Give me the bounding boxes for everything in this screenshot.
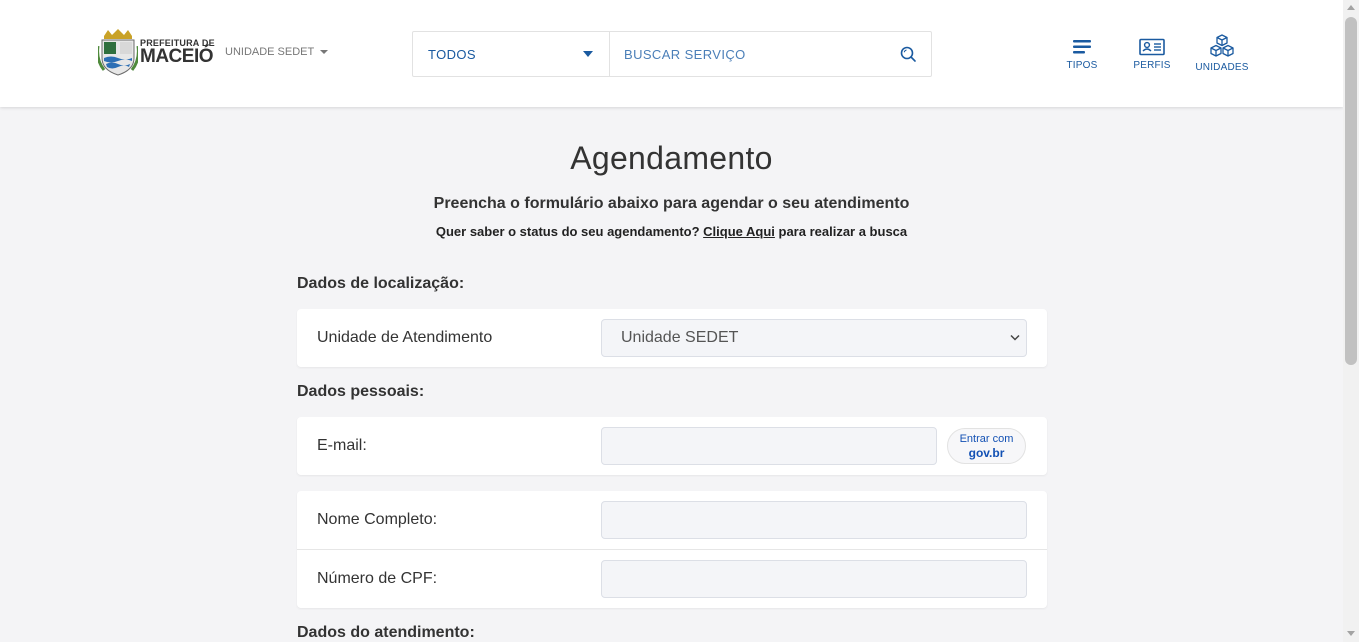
scroll-down-arrow-icon[interactable] <box>1347 631 1355 636</box>
prefeitura-maceio-logo[interactable]: PREFEITURA DE MACEIÓ <box>98 28 220 80</box>
caret-down-icon <box>583 51 593 57</box>
unit-select[interactable]: Unidade SEDET <box>601 319 1027 357</box>
search-bar: TODOS <box>412 31 932 77</box>
page-title: Agendamento <box>570 140 773 176</box>
cpf-field-label: Número de CPF: <box>317 570 438 587</box>
email-card: E-mail: Entrar com gov.br <box>297 417 1047 475</box>
section-title-service: Dados do atendimento: <box>297 624 475 641</box>
search-icon[interactable] <box>899 45 917 63</box>
email-field-label: E-mail: <box>317 437 367 454</box>
location-card: Unidade de Atendimento Unidade SEDET <box>297 309 1047 367</box>
nav-tipos-label: TIPOS <box>1066 60 1098 71</box>
caret-down-icon <box>320 50 329 54</box>
category-select-value: TODOS <box>428 47 476 62</box>
govbr-login-button[interactable]: Entrar com gov.br <box>947 428 1026 464</box>
logo-line-2: MACEIÓ <box>140 46 214 67</box>
name-field-label: Nome Completo: <box>317 511 438 528</box>
identity-card: Nome Completo: Número de CPF: <box>297 491 1047 608</box>
status-lookup-text: Quer saber o status do seu agendamento? … <box>0 224 1343 239</box>
unit-select-value: Unidade SEDET <box>621 329 739 346</box>
nav-perfis-label: PERFIS <box>1133 60 1171 71</box>
nav-tipos-button[interactable]: TIPOS <box>1050 38 1114 82</box>
chevron-down-icon <box>1010 334 1020 341</box>
cubes-icon <box>1210 34 1234 57</box>
unit-selector-label: UNIDADE SEDET <box>225 46 315 58</box>
email-row: E-mail: Entrar com gov.br <box>297 417 1047 475</box>
page-subtitle: Preencha o formulário abaixo para agenda… <box>433 195 910 212</box>
govbr-line-2: gov.br <box>968 446 1005 460</box>
status-prefix: Quer saber o status do seu agendamento? <box>435 224 704 239</box>
id-card-icon <box>1139 38 1165 56</box>
cpf-field[interactable] <box>601 560 1027 598</box>
nav-perfis-button[interactable]: PERFIS <box>1120 38 1184 82</box>
email-field[interactable] <box>601 427 937 465</box>
name-row: Nome Completo: <box>297 491 1047 549</box>
status-suffix: para realizar a busca <box>774 224 908 239</box>
site-header: PREFEITURA DE MACEIÓ UNIDADE SEDET TODOS… <box>0 0 1343 107</box>
section-title-personal: Dados pessoais: <box>297 383 425 400</box>
govbr-line-1: Entrar com <box>959 433 1014 445</box>
cpf-row: Número de CPF: <box>297 550 1047 608</box>
full-name-field[interactable] <box>601 501 1027 539</box>
search-input[interactable] <box>610 32 890 76</box>
nav-unidades-button[interactable]: UNIDADES <box>1190 34 1254 82</box>
category-select[interactable]: TODOS <box>413 32 610 76</box>
city-emblem-icon <box>98 29 138 76</box>
nav-unidades-label: UNIDADES <box>1195 62 1249 73</box>
list-icon <box>1073 40 1091 54</box>
status-lookup-link[interactable]: Clique Aqui <box>703 224 775 239</box>
scroll-up-arrow-icon[interactable] <box>1347 5 1355 10</box>
unit-field-label: Unidade de Atendimento <box>317 329 493 346</box>
page-scrollbar[interactable] <box>1343 0 1359 642</box>
unit-row: Unidade de Atendimento Unidade SEDET <box>297 309 1047 367</box>
unit-selector-dropdown[interactable]: UNIDADE SEDET <box>225 46 329 58</box>
section-title-location: Dados de localização: <box>297 275 465 292</box>
scrollbar-thumb[interactable] <box>1345 17 1357 365</box>
